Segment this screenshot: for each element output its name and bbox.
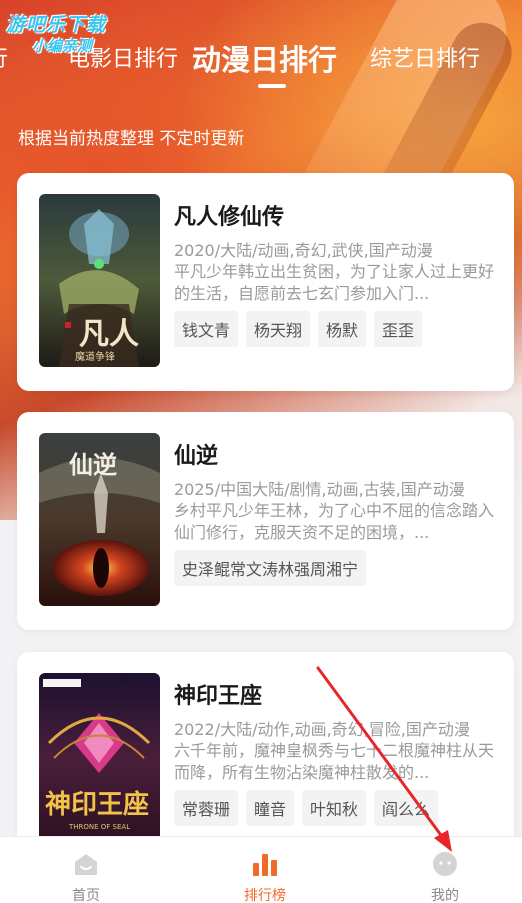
cast-tag[interactable]: 史泽鲲常文涛林强周湘宁	[174, 550, 367, 586]
tabbar-item-ranking[interactable]: 排行榜	[205, 837, 325, 903]
ranking-subtitle: 根据当前热度整理 不定时更新	[18, 129, 245, 149]
show-title[interactable]: 凡人修仙传	[174, 199, 284, 231]
active-tab-indicator	[258, 84, 286, 88]
watermark-line-2: 小编亲测	[32, 37, 93, 55]
poster-title-art: 神印王座	[45, 789, 149, 820]
show-description: 乡村平凡少年王林，为了心中不屈的信念踏入仙门修行，克服天资不足的困境，...	[174, 501, 495, 542]
cast-tag[interactable]: 常蓉珊	[174, 790, 239, 826]
ranking-icon	[253, 854, 277, 876]
cast-tag[interactable]: 瞳音	[246, 790, 295, 826]
show-description: 平凡少年韩立出生贫困，为了让家人过上更好的生活，自愿前去七玄门参加入门...	[174, 262, 495, 303]
ranking-card-1[interactable]: 凡人 魔道争锋 凡人修仙传 2020/大陆/动画,奇幻,武侠,国产动漫 平凡少年…	[17, 173, 514, 391]
show-description: 六千年前，魔神皇枫秀与七十二根魔神柱从天而降，所有生物沾染魔神柱散发的...	[174, 741, 495, 782]
profile-icon	[433, 852, 457, 876]
watermark-logo: 游吧乐下载 小编亲测	[6, 10, 151, 56]
show-meta: 2020/大陆/动画,奇幻,武侠,国产动漫	[174, 241, 433, 260]
cast-tags: 常蓉珊 瞳音 叶知秋 阎么么	[174, 790, 439, 826]
show-title[interactable]: 仙逆	[174, 438, 218, 470]
cast-tag[interactable]: 歪歪	[374, 311, 423, 347]
poster-image[interactable]: 神印王座 THRONE OF SEAL	[39, 673, 160, 846]
poster-image[interactable]: 凡人 魔道争锋	[39, 194, 160, 367]
show-meta: 2025/中国大陆/剧情,动画,古装,国产动漫	[174, 480, 465, 499]
poster-title-art: 仙逆	[69, 450, 117, 479]
tabbar-label: 首页	[72, 888, 100, 903]
tab-anime-daily[interactable]: 动漫日排行	[192, 42, 337, 78]
show-meta: 2022/大陆/动作,动画,奇幻,冒险,国产动漫	[174, 720, 470, 739]
tabbar-item-profile[interactable]: 我的	[385, 837, 505, 903]
tab-variety-daily[interactable]: 综艺日排行	[370, 42, 480, 78]
cast-tag[interactable]: 杨默	[318, 311, 367, 347]
tabbar-item-home[interactable]: 首页	[26, 837, 146, 903]
ranking-card-2[interactable]: 仙逆 仙逆 2025/中国大陆/剧情,动画,古装,国产动漫 乡村平凡少年王林，为…	[17, 412, 514, 630]
cast-tag[interactable]: 阎么么	[374, 790, 439, 826]
tabbar-label: 我的	[431, 888, 459, 903]
cast-tag[interactable]: 叶知秋	[302, 790, 367, 826]
watermark-line-1: 游吧乐下载	[6, 14, 107, 36]
home-icon	[75, 854, 97, 875]
poster-subtitle-art: THRONE OF SEAL	[68, 823, 130, 831]
cast-tag[interactable]: 杨天翔	[246, 311, 311, 347]
cast-tags: 钱文青 杨天翔 杨默 歪歪	[174, 311, 423, 347]
cast-tag[interactable]: 钱文青	[174, 311, 239, 347]
cast-tags: 史泽鲲常文涛林强周湘宁	[174, 550, 367, 586]
poster-subtitle-art: 魔道争锋	[75, 350, 115, 363]
tabbar-label: 排行榜	[244, 888, 286, 903]
poster-image[interactable]: 仙逆	[39, 433, 160, 606]
show-title[interactable]: 神印王座	[174, 678, 262, 710]
poster-title-art: 凡人	[79, 317, 139, 352]
bottom-tab-bar: 首页 排行榜 我的	[0, 836, 522, 903]
